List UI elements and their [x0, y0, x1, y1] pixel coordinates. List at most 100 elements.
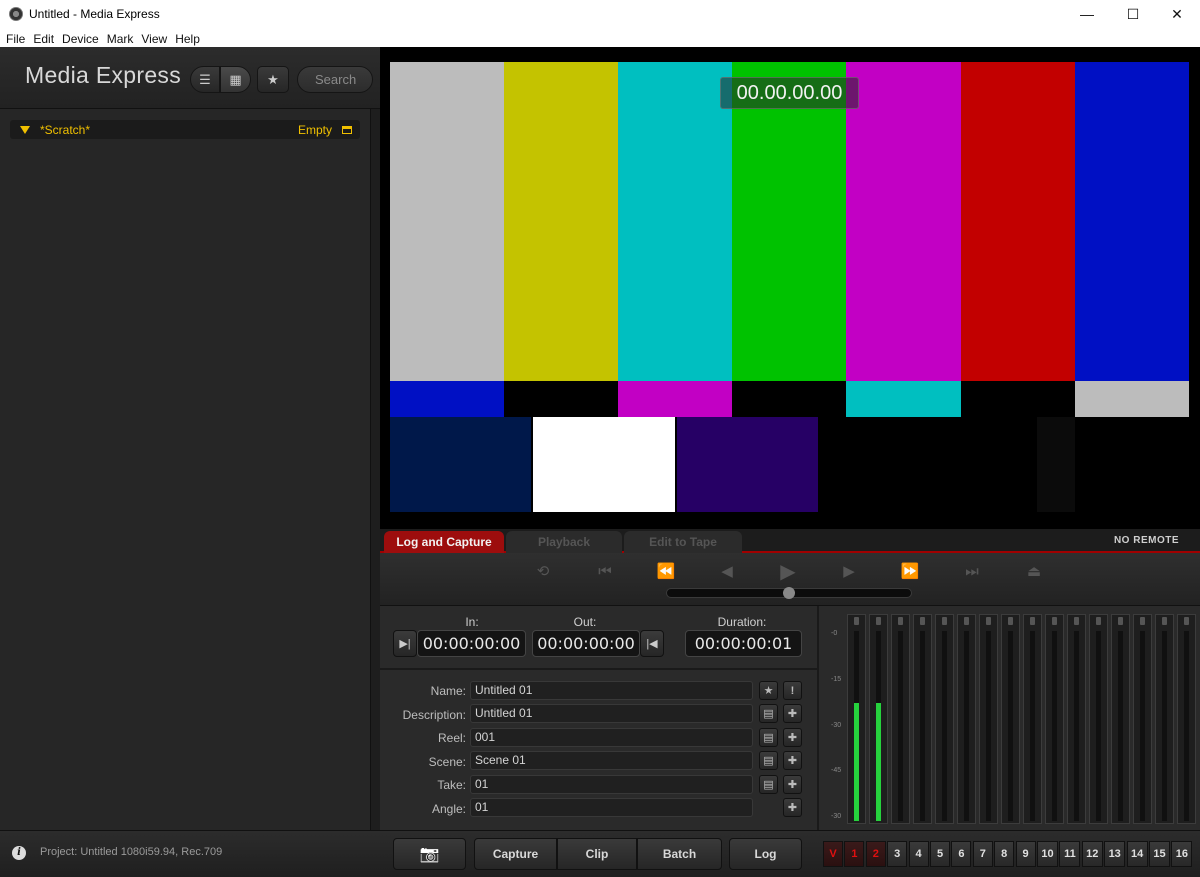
jog-shuttle-knob[interactable] — [783, 587, 795, 599]
name-mark-button[interactable]: ! — [783, 681, 802, 700]
out-timecode[interactable]: 00:00:00:00 — [532, 630, 640, 657]
db-mark-0: -0 — [831, 630, 838, 637]
rewind-icon[interactable]: ⏪ — [651, 562, 681, 580]
audio-meter-channel-9 — [1023, 614, 1042, 824]
menu-edit[interactable]: Edit — [33, 31, 54, 47]
set-in-button[interactable]: ▶| — [393, 630, 417, 657]
reel-input[interactable]: 001 — [470, 728, 753, 747]
in-timecode[interactable]: 00:00:00:00 — [417, 630, 526, 657]
meter-peak-indicator — [1074, 617, 1079, 625]
channel-toggle-13[interactable]: 13 — [1104, 841, 1126, 867]
log-panel: In: Out: Duration: ▶| 00:00:00:00 00:00:… — [380, 606, 817, 830]
scene-list-button[interactable]: ▤ — [759, 751, 778, 770]
minimize-button[interactable]: — — [1064, 0, 1110, 28]
scene-increment-button[interactable]: ✚ — [783, 751, 802, 770]
reel-label: Reel: — [437, 731, 466, 745]
maximize-button[interactable]: ☐ — [1110, 0, 1156, 28]
channel-toggle-16[interactable]: 16 — [1171, 841, 1193, 867]
channel-toggle-9[interactable]: 9 — [1015, 841, 1036, 867]
duration-timecode: 00:00:00:01 — [685, 630, 802, 657]
batch-button[interactable]: Batch — [637, 838, 722, 870]
camera-icon: 📷 — [419, 846, 440, 863]
description-input[interactable]: Untitled 01 — [470, 704, 753, 723]
meter-track — [854, 631, 859, 821]
menu-help[interactable]: Help — [175, 31, 200, 47]
capture-button[interactable]: Capture — [474, 838, 557, 870]
name-input[interactable]: Untitled 01 — [470, 681, 753, 700]
clip-button[interactable]: Clip — [557, 838, 637, 870]
timecode-overlay: 00.00.00.00 — [720, 77, 859, 109]
description-list-button[interactable]: ▤ — [759, 704, 778, 723]
angle-input[interactable]: 01 — [470, 798, 753, 817]
bar-gray — [390, 62, 504, 381]
channel-toggle-7[interactable]: 7 — [972, 841, 993, 867]
menu-file[interactable]: File — [6, 31, 25, 47]
tab-edit-to-tape[interactable]: Edit to Tape — [624, 531, 742, 553]
media-list-panel: Media Express ☰ ▦ ★ Search *Scratch* Emp… — [0, 47, 380, 830]
close-button[interactable]: ✕ — [1154, 0, 1200, 28]
pluge-dark — [1037, 417, 1075, 512]
description-increment-button[interactable]: ✚ — [783, 704, 802, 723]
duration-label: Duration: — [717, 615, 767, 629]
channel-toggle-8[interactable]: 8 — [994, 841, 1015, 867]
channel-toggle-14[interactable]: 14 — [1126, 841, 1148, 867]
favorites-button[interactable]: ★ — [257, 66, 289, 93]
step-forward-icon[interactable]: ▶ — [834, 562, 864, 580]
log-button[interactable]: Log — [729, 838, 802, 870]
channel-toggle-6[interactable]: 6 — [951, 841, 972, 867]
loop-icon[interactable]: ⟲ — [528, 562, 558, 580]
channel-toggle-12[interactable]: 12 — [1081, 841, 1103, 867]
go-to-in-icon[interactable]: ⏮ — [590, 562, 620, 580]
go-to-out-icon[interactable]: ⏭ — [957, 562, 987, 580]
meter-peak-indicator — [1162, 617, 1167, 625]
take-list-button[interactable]: ▤ — [759, 775, 778, 794]
step-back-icon[interactable]: ◀ — [712, 562, 742, 580]
tab-playback[interactable]: Playback — [506, 531, 622, 553]
meter-track — [1074, 631, 1079, 821]
scene-input[interactable]: Scene 01 — [470, 751, 753, 770]
audio-meter-channel-2 — [869, 614, 888, 824]
channel-toggle-4[interactable]: 4 — [908, 841, 929, 867]
audio-meter-channel-16 — [1177, 614, 1196, 824]
name-favorite-button[interactable]: ★ — [759, 681, 778, 700]
media-list-scrollbar[interactable] — [370, 109, 380, 830]
meter-peak-indicator — [1096, 617, 1101, 625]
menu-mark[interactable]: Mark — [107, 31, 134, 47]
menu-view[interactable]: View — [141, 31, 167, 47]
grid-view-button[interactable]: ▦ — [220, 66, 251, 93]
reel-increment-button[interactable]: ✚ — [783, 728, 802, 747]
set-out-button[interactable]: |◀ — [640, 630, 664, 657]
channel-toggle-5[interactable]: 5 — [930, 841, 950, 867]
play-icon[interactable]: ▶ — [773, 561, 803, 583]
channel-toggle-11[interactable]: 11 — [1059, 841, 1081, 867]
bar-red — [961, 62, 1075, 381]
jog-shuttle-slider[interactable] — [666, 587, 912, 599]
take-increment-button[interactable]: ✚ — [783, 775, 802, 794]
channel-toggle-3[interactable]: 3 — [887, 841, 908, 867]
info-icon[interactable]: i — [12, 846, 26, 860]
meter-track — [920, 631, 925, 821]
reel-list-button[interactable]: ▤ — [759, 728, 778, 747]
bin-row-scratch[interactable]: *Scratch* Empty — [10, 120, 360, 139]
menu-device[interactable]: Device — [62, 31, 99, 47]
expand-triangle-icon[interactable] — [20, 125, 30, 134]
channel-toggle-2[interactable]: 2 — [865, 841, 886, 867]
grab-still-button[interactable]: 📷 — [393, 838, 466, 870]
channel-toggle-v[interactable]: V — [823, 841, 843, 867]
list-view-icon: ☰ — [199, 71, 211, 87]
take-input[interactable]: 01 — [470, 775, 753, 794]
channel-toggle-10[interactable]: 10 — [1037, 841, 1058, 867]
channel-toggle-15[interactable]: 15 — [1149, 841, 1170, 867]
search-input[interactable]: Search — [297, 66, 373, 93]
tab-log-and-capture[interactable]: Log and Capture — [384, 531, 504, 553]
channel-toggle-1[interactable]: 1 — [844, 841, 865, 867]
angle-increment-button[interactable]: ✚ — [783, 798, 802, 817]
list-view-button[interactable]: ☰ — [190, 66, 220, 93]
mode-tabs: Log and Capture Playback Edit to Tape NO… — [380, 529, 1200, 553]
meter-level — [854, 703, 859, 821]
audio-meter-channel-10 — [1045, 614, 1064, 824]
meter-peak-indicator — [854, 617, 859, 625]
fast-forward-icon[interactable]: ⏩ — [895, 562, 925, 580]
eject-icon[interactable]: ⏏ — [1019, 562, 1049, 580]
grid-view-icon: ▦ — [229, 71, 242, 87]
